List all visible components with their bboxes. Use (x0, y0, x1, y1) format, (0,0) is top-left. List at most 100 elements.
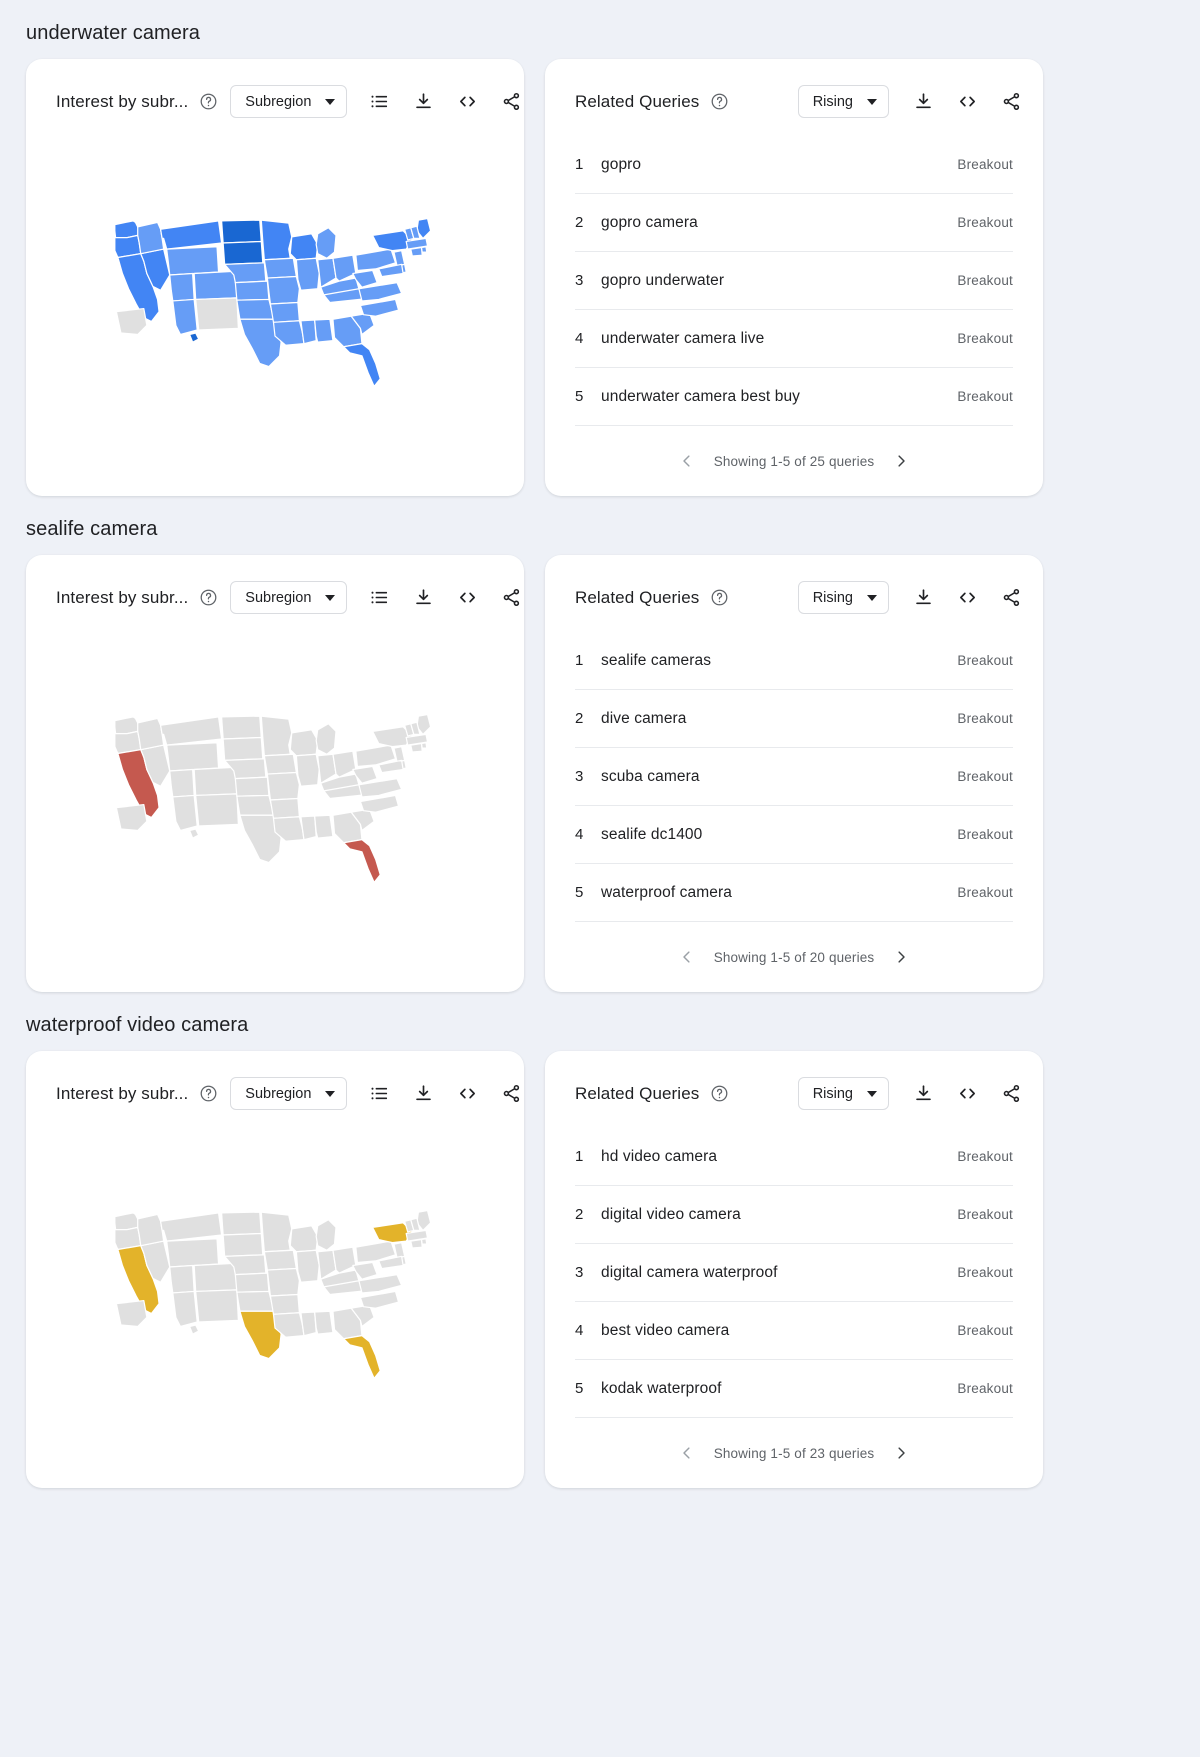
map-state-co[interactable] (193, 766, 238, 797)
subregion-select[interactable]: Subregion (230, 85, 348, 118)
query-row[interactable]: 1 hd video camera Breakout (575, 1128, 1013, 1186)
map-state-mo[interactable] (266, 275, 301, 305)
help-circle-icon[interactable] (199, 92, 218, 111)
help-circle-icon[interactable] (710, 588, 729, 607)
map-state-ar[interactable] (269, 301, 301, 323)
chevron-right-icon[interactable] (892, 452, 910, 470)
chevron-right-icon[interactable] (892, 948, 910, 966)
query-row[interactable]: 2 dive camera Breakout (575, 690, 1013, 748)
map-state-sd[interactable] (222, 240, 264, 265)
map-state-al[interactable] (314, 814, 334, 839)
us-choropleth-map[interactable] (110, 214, 440, 394)
map-state-wy[interactable] (166, 1238, 220, 1268)
map-state-ct[interactable] (410, 246, 423, 257)
map-state-hi[interactable] (188, 1324, 200, 1335)
map-state-ut[interactable] (169, 1264, 195, 1294)
help-circle-icon[interactable] (199, 588, 218, 607)
map-state-nd[interactable] (221, 1211, 262, 1236)
map-state-wy[interactable] (166, 246, 220, 276)
map-state-ia[interactable] (263, 257, 297, 279)
help-circle-icon[interactable] (710, 92, 729, 111)
map-state-ok[interactable] (236, 298, 275, 320)
chevron-left-icon[interactable] (678, 1444, 696, 1462)
map-state-wa[interactable] (114, 716, 140, 735)
map-state-nc[interactable] (359, 298, 400, 317)
query-row[interactable]: 4 underwater camera live Breakout (575, 310, 1013, 368)
map-state-ct[interactable] (410, 1238, 423, 1249)
map-state-ia[interactable] (263, 1249, 297, 1271)
map-state-ar[interactable] (269, 797, 301, 819)
map-state-mi[interactable] (315, 723, 337, 755)
download-icon[interactable] (411, 90, 435, 114)
query-row[interactable]: 2 digital video camera Breakout (575, 1186, 1013, 1244)
map-state-nm[interactable] (195, 297, 239, 331)
download-icon[interactable] (411, 586, 435, 610)
share-icon[interactable] (499, 90, 523, 114)
map-state-sd[interactable] (222, 1232, 264, 1257)
map-state-wi[interactable] (289, 729, 319, 757)
map-state-id[interactable] (137, 1213, 165, 1247)
query-row[interactable]: 5 waterproof camera Breakout (575, 864, 1013, 922)
map-state-wi[interactable] (289, 233, 319, 261)
embed-code-icon[interactable] (455, 586, 479, 610)
query-row[interactable]: 1 sealife cameras Breakout (575, 632, 1013, 690)
map-state-il[interactable] (295, 257, 320, 291)
map-state-ut[interactable] (169, 272, 195, 302)
subregion-select[interactable]: Subregion (230, 581, 348, 614)
map-state-al[interactable] (314, 1310, 334, 1335)
rising-top-select[interactable]: Rising (797, 581, 889, 614)
map-state-wa[interactable] (114, 220, 140, 239)
query-row[interactable]: 5 underwater camera best buy Breakout (575, 368, 1013, 426)
map-state-mt[interactable] (159, 716, 223, 746)
map-state-ar[interactable] (269, 1293, 301, 1315)
map-state-az[interactable] (172, 794, 198, 832)
help-circle-icon[interactable] (710, 1084, 729, 1103)
map-state-ak[interactable] (115, 1299, 148, 1328)
map-state-ks[interactable] (234, 776, 270, 797)
subregion-select[interactable]: Subregion (230, 1077, 348, 1110)
map-state-mo[interactable] (266, 771, 301, 801)
map-state-ia[interactable] (263, 753, 297, 775)
download-icon[interactable] (911, 90, 935, 114)
map-state-il[interactable] (295, 1249, 320, 1283)
query-row[interactable]: 3 scuba camera Breakout (575, 748, 1013, 806)
map-state-wy[interactable] (166, 742, 220, 772)
map-state-az[interactable] (172, 1290, 198, 1328)
list-view-icon[interactable] (367, 586, 391, 610)
rising-top-select[interactable]: Rising (797, 1077, 889, 1110)
chevron-left-icon[interactable] (678, 452, 696, 470)
map-state-ms[interactable] (300, 319, 317, 345)
map-state-hi[interactable] (188, 332, 200, 343)
help-circle-icon[interactable] (199, 1084, 218, 1103)
chevron-right-icon[interactable] (892, 1444, 910, 1462)
map-state-nj[interactable] (393, 1242, 406, 1259)
map-state-nd[interactable] (221, 715, 262, 740)
map-state-mi[interactable] (315, 227, 337, 259)
query-row[interactable]: 2 gopro camera Breakout (575, 194, 1013, 252)
share-icon[interactable] (499, 1082, 523, 1106)
map-state-ok[interactable] (236, 1290, 275, 1312)
map-state-oh[interactable] (332, 254, 357, 282)
download-icon[interactable] (411, 1082, 435, 1106)
map-state-ct[interactable] (410, 742, 423, 753)
map-state-fl[interactable] (343, 343, 381, 387)
map-state-mt[interactable] (159, 220, 223, 250)
map-state-ms[interactable] (300, 815, 317, 841)
map-state-ok[interactable] (236, 794, 275, 816)
us-choropleth-map[interactable] (110, 710, 440, 890)
map-state-mn[interactable] (260, 219, 293, 261)
embed-code-icon[interactable] (955, 586, 979, 610)
map-state-mt[interactable] (159, 1212, 223, 1242)
map-state-nd[interactable] (221, 219, 262, 244)
download-icon[interactable] (911, 586, 935, 610)
query-row[interactable]: 3 gopro underwater Breakout (575, 252, 1013, 310)
map-state-az[interactable] (172, 298, 198, 336)
map-state-fl[interactable] (343, 839, 381, 883)
map-state-nc[interactable] (359, 1290, 400, 1309)
share-icon[interactable] (999, 90, 1023, 114)
map-state-mi[interactable] (315, 1219, 337, 1251)
map-state-co[interactable] (193, 270, 238, 301)
map-state-mn[interactable] (260, 1211, 293, 1253)
embed-code-icon[interactable] (455, 1082, 479, 1106)
list-view-icon[interactable] (367, 1082, 391, 1106)
